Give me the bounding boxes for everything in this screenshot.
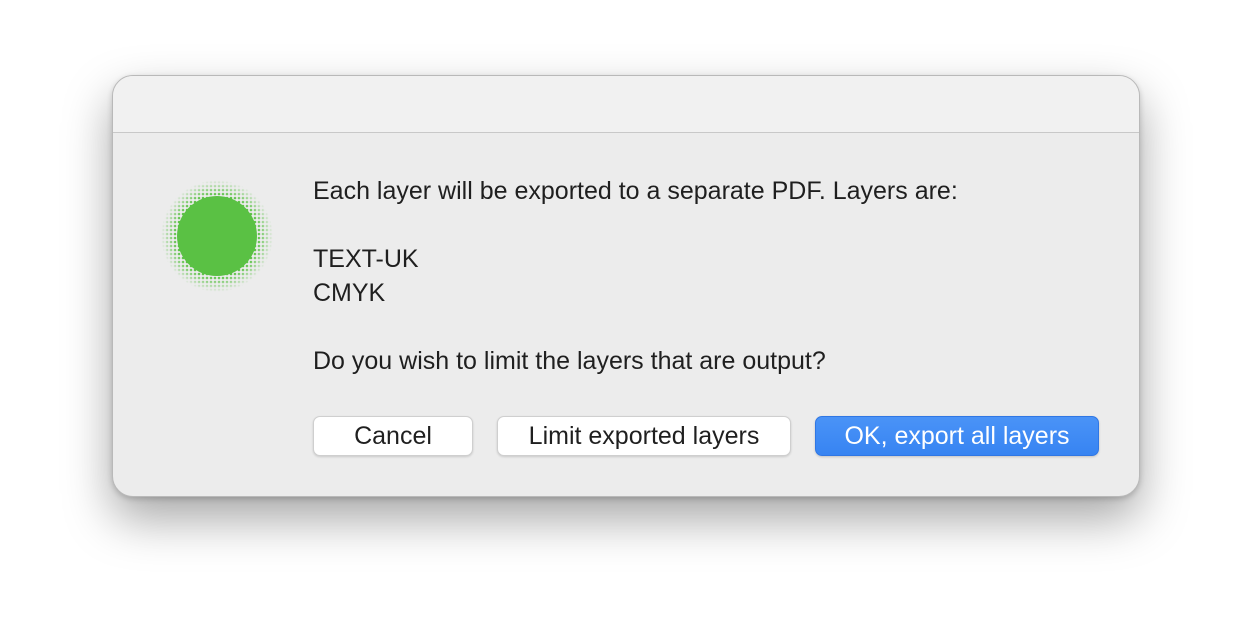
layer-item: TEXT-UK — [313, 245, 419, 273]
cancel-button[interactable]: Cancel — [313, 416, 473, 456]
green-halftone-circle-icon — [161, 180, 273, 292]
message-question: Do you wish to limit the layers that are… — [313, 347, 826, 375]
layer-item: CMYK — [313, 279, 386, 307]
export-all-layers-button[interactable]: OK, export all layers — [815, 416, 1099, 456]
limit-exported-layers-button[interactable]: Limit exported layers — [497, 416, 791, 456]
layer-list: TEXT-UK CMYK — [313, 242, 419, 310]
message-intro: Each layer will be exported to a separat… — [313, 177, 958, 205]
export-layers-dialog: Each layer will be exported to a separat… — [112, 75, 1140, 497]
dialog-titlebar — [113, 76, 1139, 133]
